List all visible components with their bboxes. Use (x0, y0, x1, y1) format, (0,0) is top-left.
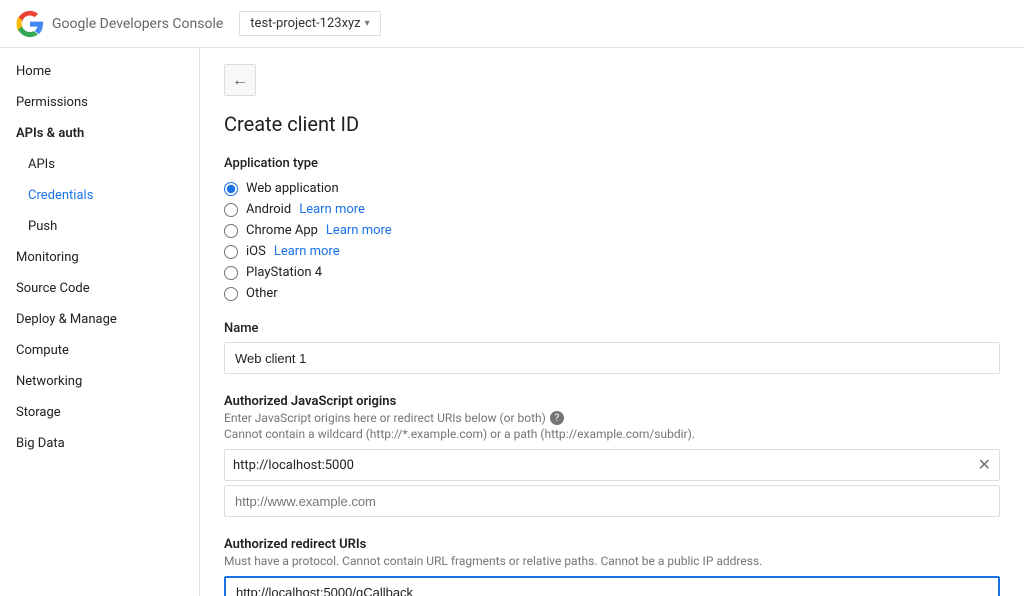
radio-row-chrome: Chrome App Learn more (224, 223, 1000, 238)
app-type-radio-group: Web application Android Learn more Chrom… (224, 181, 1000, 301)
js-origins-desc: Enter JavaScript origins here or redirec… (224, 411, 1000, 425)
radio-ps4[interactable] (224, 266, 238, 280)
sidebar-item-big-data[interactable]: Big Data (0, 428, 199, 459)
sidebar-item-deploy-manage[interactable]: Deploy & Manage (0, 304, 199, 335)
sidebar-item-compute[interactable]: Compute (0, 335, 199, 366)
js-origin-new-input[interactable] (224, 485, 1000, 517)
sidebar-item-apis-auth[interactable]: APIs & auth (0, 118, 199, 149)
logo-area: Google Developers Console (16, 10, 223, 38)
radio-other[interactable] (224, 287, 238, 301)
js-origins-section: Authorized JavaScript origins Enter Java… (224, 394, 1000, 517)
radio-row-web: Web application (224, 181, 1000, 196)
radio-row-android: Android Learn more (224, 202, 1000, 217)
origin-value: http://localhost:5000 (233, 458, 978, 473)
radio-android-label[interactable]: Android (246, 202, 291, 217)
radio-web-label[interactable]: Web application (246, 181, 339, 196)
radio-ios-label[interactable]: iOS (246, 244, 266, 259)
sidebar-item-credentials[interactable]: Credentials (0, 180, 199, 211)
sidebar-item-storage[interactable]: Storage (0, 397, 199, 428)
google-logo-icon (16, 10, 44, 38)
topbar: Google Developers Console test-project-1… (0, 0, 1024, 48)
name-section: Name (224, 321, 1000, 374)
android-learn-more-link[interactable]: Learn more (299, 202, 365, 217)
sidebar: Home Permissions APIs & auth APIs Creden… (0, 48, 200, 596)
app-type-label: Application type (224, 156, 1000, 171)
name-label: Name (224, 321, 1000, 336)
logo-text: Google Developers Console (52, 16, 223, 32)
chrome-learn-more-link[interactable]: Learn more (326, 223, 392, 238)
js-origins-desc2: Cannot contain a wildcard (http://*.exam… (224, 427, 1000, 441)
sidebar-item-apis[interactable]: APIs (0, 149, 199, 180)
radio-row-ps4: PlayStation 4 (224, 265, 1000, 280)
radio-android[interactable] (224, 203, 238, 217)
redirect-section: Authorized redirect URIs Must have a pro… (224, 537, 1000, 596)
sidebar-item-home[interactable]: Home (0, 56, 199, 87)
radio-chrome-label[interactable]: Chrome App (246, 223, 318, 238)
radio-web[interactable] (224, 182, 238, 196)
help-icon[interactable]: ? (550, 411, 564, 425)
chevron-down-icon: ▾ (365, 18, 370, 29)
sidebar-item-permissions[interactable]: Permissions (0, 87, 199, 118)
name-input[interactable] (224, 342, 1000, 374)
project-selector[interactable]: test-project-123xyz ▾ (239, 11, 380, 36)
radio-other-label[interactable]: Other (246, 286, 278, 301)
radio-row-other: Other (224, 286, 1000, 301)
radio-row-ios: iOS Learn more (224, 244, 1000, 259)
sidebar-item-monitoring[interactable]: Monitoring (0, 242, 199, 273)
main-content: ← Create client ID Application type Web … (200, 48, 1024, 596)
sidebar-item-push[interactable]: Push (0, 211, 199, 242)
radio-ios[interactable] (224, 245, 238, 259)
layout: Home Permissions APIs & auth APIs Creden… (0, 48, 1024, 596)
back-button[interactable]: ← (224, 64, 256, 96)
redirect-label: Authorized redirect URIs (224, 537, 1000, 552)
ios-learn-more-link[interactable]: Learn more (274, 244, 340, 259)
sidebar-item-source-code[interactable]: Source Code (0, 273, 199, 304)
redirect-desc: Must have a protocol. Cannot contain URL… (224, 554, 1000, 568)
origin-entry: http://localhost:5000 ✕ (224, 449, 1000, 481)
radio-ps4-label[interactable]: PlayStation 4 (246, 265, 322, 280)
project-name: test-project-123xyz (250, 16, 360, 31)
redirect-input[interactable] (224, 576, 1000, 596)
page-title: Create client ID (224, 112, 1000, 136)
remove-origin-button[interactable]: ✕ (978, 457, 991, 473)
radio-chrome[interactable] (224, 224, 238, 238)
sidebar-item-networking[interactable]: Networking (0, 366, 199, 397)
js-origins-label: Authorized JavaScript origins (224, 394, 1000, 409)
